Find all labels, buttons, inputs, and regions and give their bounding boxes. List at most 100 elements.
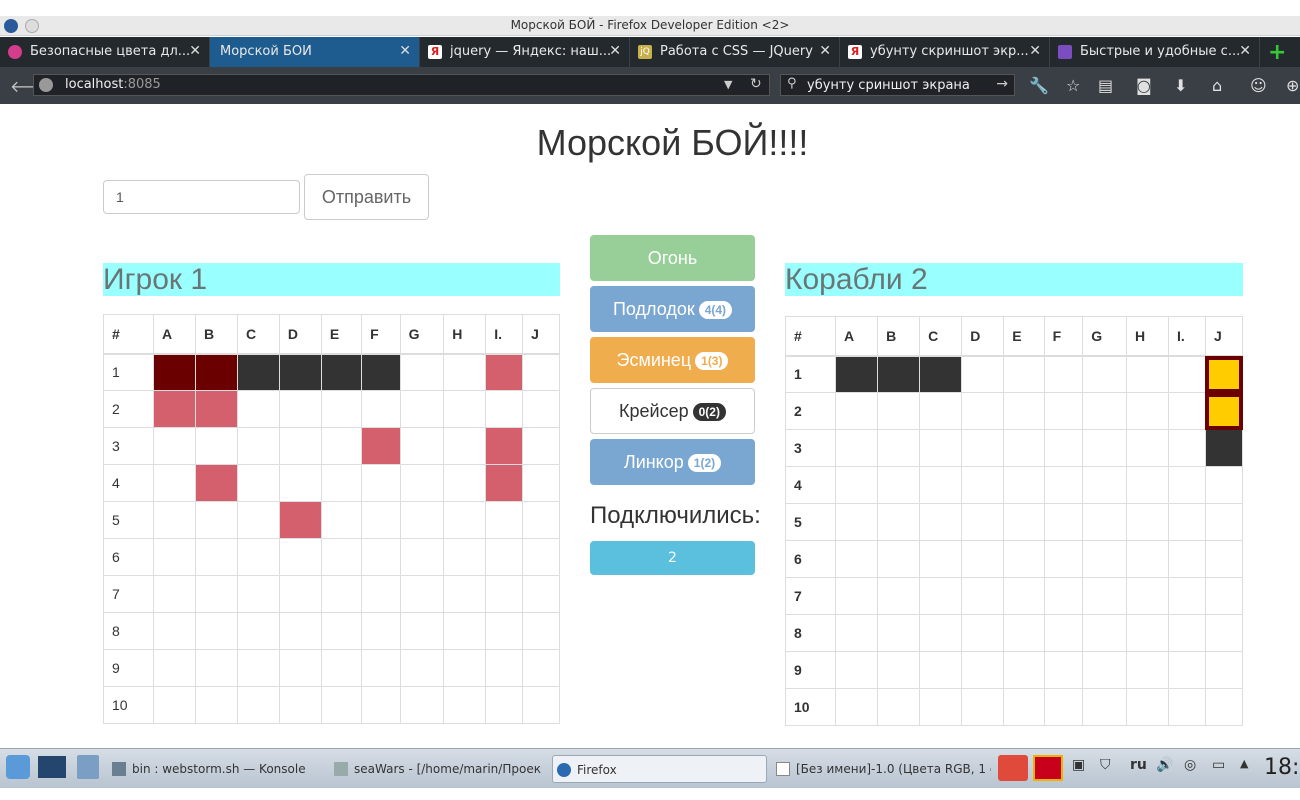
player-cell[interactable] [399, 390, 445, 428]
player-cell[interactable] [485, 612, 524, 650]
player-cell[interactable] [361, 538, 401, 576]
player-cell[interactable] [194, 353, 238, 391]
ships-cell[interactable] [1168, 466, 1206, 504]
player-cell[interactable] [522, 649, 560, 687]
ships-cell[interactable] [834, 651, 879, 689]
ships-cell[interactable] [1082, 466, 1127, 504]
ship-button-0[interactable]: Огонь [590, 235, 755, 281]
ships-cell[interactable] [1003, 392, 1045, 430]
player-cell[interactable] [236, 686, 280, 724]
ships-cell[interactable] [1204, 688, 1244, 726]
ships-cell[interactable] [877, 651, 921, 689]
ships-cell[interactable] [1043, 392, 1084, 430]
ships-cell[interactable] [834, 688, 879, 726]
tab-5[interactable]: Быстрые и удобные с... ✕ [1050, 37, 1260, 67]
ships-cell[interactable] [1082, 614, 1127, 652]
app-icon[interactable] [998, 755, 1028, 781]
player-cell[interactable] [153, 501, 196, 539]
player-cell[interactable] [236, 390, 280, 428]
player-cell[interactable] [320, 390, 363, 428]
ship-button-4[interactable]: Линкор 1(2) [590, 439, 755, 485]
ships-cell[interactable] [834, 355, 879, 393]
player-cell[interactable] [399, 575, 445, 613]
ships-cell[interactable] [919, 392, 963, 430]
send-button[interactable]: Отправить [304, 174, 429, 220]
player-cell[interactable] [485, 686, 524, 724]
ships-cell[interactable] [1003, 540, 1045, 578]
player-cell[interactable] [194, 575, 238, 613]
ships-cell[interactable] [1168, 429, 1206, 467]
player-cell[interactable] [153, 464, 196, 502]
player-cell[interactable] [361, 464, 401, 502]
ships-cell[interactable] [1043, 688, 1084, 726]
tab-3[interactable]: jQ Работа с CSS — JQuery ✕ [630, 37, 840, 67]
ships-cell[interactable] [1003, 614, 1045, 652]
player-cell[interactable] [443, 464, 487, 502]
ships-cell[interactable] [1003, 355, 1045, 393]
pocket-icon[interactable]: ◙ [1136, 76, 1152, 95]
player-cell[interactable] [443, 353, 487, 391]
ships-cell[interactable] [1125, 392, 1170, 430]
ships-cell[interactable] [877, 392, 921, 430]
chevron-up-icon[interactable]: ▲ [1240, 757, 1248, 770]
player-cell[interactable] [485, 649, 524, 687]
player-cell[interactable] [194, 390, 238, 428]
player-cell[interactable] [361, 501, 401, 539]
player-cell[interactable] [485, 501, 524, 539]
ships-cell[interactable] [1003, 429, 1045, 467]
player-cell[interactable] [443, 427, 487, 465]
player-cell[interactable] [320, 538, 363, 576]
player-cell[interactable] [485, 538, 524, 576]
volume-icon[interactable]: 🔊 [1156, 757, 1173, 773]
player-cell[interactable] [522, 390, 560, 428]
ships-cell[interactable] [1043, 503, 1084, 541]
ships-cell[interactable] [1168, 392, 1206, 430]
ships-cell[interactable] [834, 392, 879, 430]
ship-button-1[interactable]: Подлодок 4(4) [590, 286, 755, 332]
ships-cell[interactable] [961, 429, 1005, 467]
ships-cell[interactable] [961, 577, 1005, 615]
ships-cell[interactable] [1082, 355, 1127, 393]
ships-cell[interactable] [1204, 540, 1244, 578]
new-tab-icon[interactable]: + [1268, 40, 1286, 65]
ships-cell[interactable] [1043, 651, 1084, 689]
ships-cell[interactable] [1168, 614, 1206, 652]
player-cell[interactable] [361, 575, 401, 613]
screenshot-icon[interactable] [1033, 755, 1063, 781]
player-cell[interactable] [361, 390, 401, 428]
player-cell[interactable] [522, 612, 560, 650]
player-cell[interactable] [236, 427, 280, 465]
ships-cell[interactable] [1003, 503, 1045, 541]
player-cell[interactable] [320, 501, 363, 539]
ship-button-2[interactable]: Эсминец 1(3) [590, 337, 755, 383]
ships-cell[interactable] [1003, 577, 1045, 615]
ships-cell[interactable] [1125, 688, 1170, 726]
ships-cell[interactable] [919, 651, 963, 689]
player-cell[interactable] [361, 686, 401, 724]
ships-cell[interactable] [919, 577, 963, 615]
reload-icon[interactable]: ↻ [750, 76, 762, 92]
ships-cell[interactable] [1204, 614, 1244, 652]
player-cell[interactable] [278, 612, 322, 650]
message-input[interactable] [103, 180, 300, 214]
chat-icon[interactable]: ☺ [1250, 76, 1267, 95]
player-cell[interactable] [399, 501, 445, 539]
ships-cell[interactable] [834, 429, 879, 467]
ships-cell[interactable] [834, 577, 879, 615]
ships-cell[interactable] [877, 429, 921, 467]
player-cell[interactable] [361, 649, 401, 687]
ships-cell[interactable] [1043, 540, 1084, 578]
ships-cell[interactable] [834, 503, 879, 541]
player-cell[interactable] [278, 390, 322, 428]
ships-cell[interactable] [1043, 429, 1084, 467]
ships-cell[interactable] [961, 503, 1005, 541]
download-icon[interactable]: ⬇ [1174, 76, 1187, 95]
url-bar[interactable]: localhost:8085 ▼ ↻ [33, 74, 770, 96]
player-cell[interactable] [153, 390, 196, 428]
taskbar-item-konsole[interactable]: bin : webstorm.sh — Konsole [112, 755, 327, 783]
network-icon[interactable]: ◎ [1184, 757, 1196, 773]
player-cell[interactable] [399, 612, 445, 650]
ships-cell[interactable] [877, 503, 921, 541]
ships-cell[interactable] [919, 355, 963, 393]
player-cell[interactable] [320, 612, 363, 650]
